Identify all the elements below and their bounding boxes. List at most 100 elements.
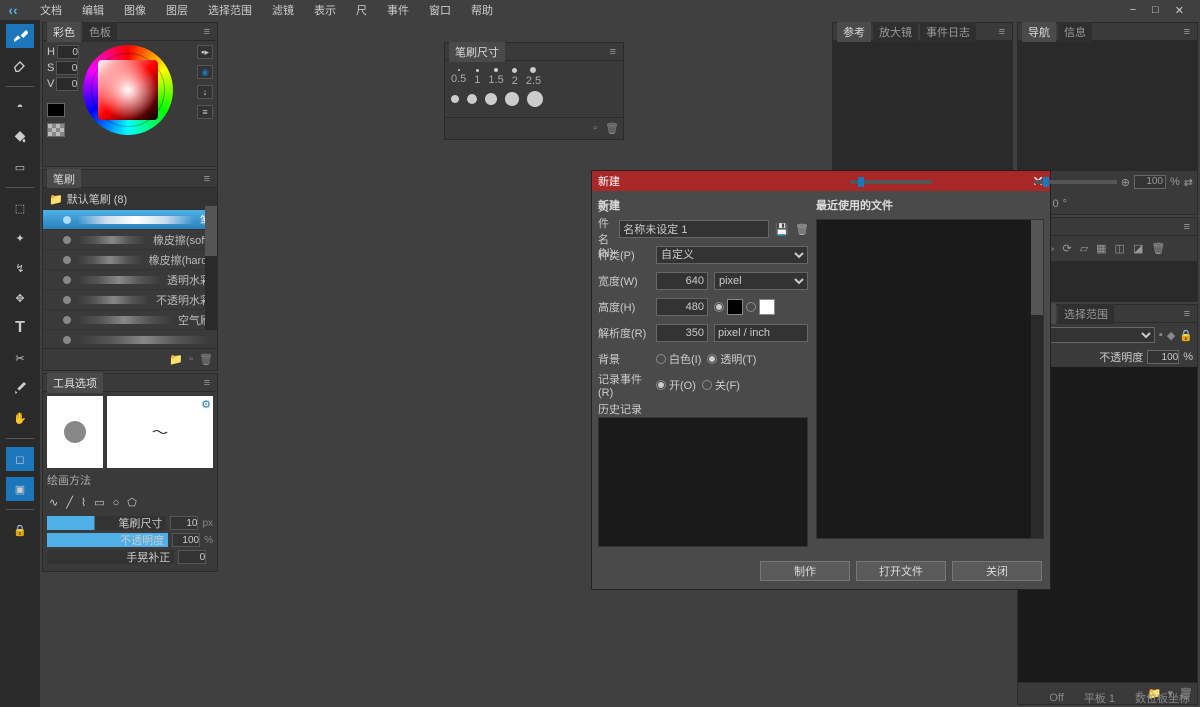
s-input[interactable] bbox=[56, 61, 78, 75]
bg-swatch[interactable] bbox=[47, 123, 65, 137]
lasso-tool[interactable]: ↯ bbox=[6, 256, 34, 280]
shape-freehand[interactable]: ∿ bbox=[49, 496, 58, 509]
rec-on-radio[interactable]: 开(O) bbox=[656, 377, 696, 393]
bs-add[interactable]: ▫ bbox=[593, 122, 597, 135]
nav-zoom-slider[interactable] bbox=[1035, 180, 1117, 184]
width-unit[interactable]: pixel bbox=[714, 272, 808, 290]
brush-item-0[interactable]: 笔⚙ bbox=[43, 210, 217, 230]
h-input[interactable] bbox=[57, 45, 79, 59]
menu-edit[interactable]: 编辑 bbox=[72, 2, 114, 18]
color-tab[interactable]: 彩色 bbox=[47, 22, 81, 42]
nav-angle-val[interactable]: 0 bbox=[1052, 198, 1058, 210]
nav-zoom-val[interactable]: 100 bbox=[1134, 175, 1166, 189]
kind-select[interactable]: 自定义 bbox=[656, 246, 808, 264]
toolopts-tab[interactable]: 工具选项 bbox=[47, 373, 103, 393]
brush-scrollbar[interactable] bbox=[205, 206, 217, 330]
nav-tab[interactable]: 导航 bbox=[1022, 22, 1056, 42]
eyedropper-tool[interactable] bbox=[6, 376, 34, 400]
stabilize-slider[interactable]: 手晃补正 bbox=[47, 550, 174, 564]
filename-save-icon[interactable]: 💾 bbox=[775, 221, 789, 237]
minimize-button[interactable]: − bbox=[1126, 4, 1140, 17]
brushsize-menu[interactable]: ≡ bbox=[607, 46, 619, 58]
ref-menu[interactable]: ≡ bbox=[996, 26, 1008, 38]
ruler-persp-icon[interactable]: ▱ bbox=[1080, 242, 1088, 255]
bs-dot-4[interactable]: 2.5 bbox=[526, 67, 541, 87]
brush-item-3[interactable]: 透明水彩 bbox=[43, 270, 217, 290]
shape-rect[interactable]: ▭ bbox=[94, 496, 104, 509]
bs-dot-2[interactable]: 1.5 bbox=[488, 68, 503, 86]
bs-dot-7[interactable] bbox=[485, 93, 497, 105]
marquee-tool[interactable]: ⬚ bbox=[6, 196, 34, 220]
crop-tool[interactable]: ✂ bbox=[6, 346, 34, 370]
menu-window[interactable]: 窗口 bbox=[419, 2, 461, 18]
history-box[interactable] bbox=[598, 417, 808, 547]
opacity-slider[interactable]: 不透明度 bbox=[47, 533, 168, 547]
gear-icon[interactable]: ⚙ bbox=[201, 398, 211, 411]
res-input[interactable] bbox=[656, 324, 708, 342]
brush-new-folder[interactable]: 📁 bbox=[169, 353, 183, 366]
brush-delete[interactable]: 🗑 bbox=[199, 353, 213, 366]
layer-menu[interactable]: ≡ bbox=[1181, 308, 1193, 320]
color-btn3[interactable]: ↓ bbox=[197, 85, 213, 99]
ruler-grid-icon[interactable]: ▦ bbox=[1096, 242, 1106, 255]
brushsize-tab[interactable]: 笔刷尺寸 bbox=[449, 42, 505, 62]
preset-black[interactable] bbox=[727, 299, 743, 315]
color-btn1[interactable]: ▪▸ bbox=[197, 45, 213, 59]
move-tool[interactable]: ✥ bbox=[6, 286, 34, 310]
menu-ruler[interactable]: 尺 bbox=[346, 2, 377, 18]
ref-tab[interactable]: 参考 bbox=[837, 22, 871, 42]
open-button[interactable]: 打开文件 bbox=[856, 561, 946, 581]
selection-mode-1[interactable]: ◻ bbox=[6, 447, 34, 471]
bs-dot-6[interactable] bbox=[467, 94, 477, 104]
bg-white-radio[interactable]: 白色(I) bbox=[656, 351, 701, 367]
ruler-curve-icon[interactable]: ⟳ bbox=[1062, 242, 1071, 255]
height-input[interactable] bbox=[656, 298, 708, 316]
layer-clip-icon[interactable]: ▪ bbox=[1159, 329, 1163, 341]
stabilize-input[interactable] bbox=[178, 550, 206, 564]
filename-del-icon[interactable]: 🗑 bbox=[795, 221, 809, 237]
menu-view[interactable]: 表示 bbox=[304, 2, 346, 18]
layer-op-input[interactable] bbox=[1147, 350, 1179, 364]
brush-item-5[interactable]: 空气刷 bbox=[43, 310, 217, 330]
ruler-del-icon[interactable]: 🗑 bbox=[1151, 242, 1165, 255]
brush-item-6[interactable] bbox=[43, 330, 217, 348]
fill-tool[interactable] bbox=[6, 125, 34, 149]
eraser-tool[interactable] bbox=[6, 54, 34, 78]
menu-file[interactable]: 文档 bbox=[30, 2, 72, 18]
preset-r0[interactable] bbox=[714, 299, 724, 315]
swatch-tab[interactable]: 色板 bbox=[83, 22, 117, 42]
brush-tip-preview[interactable] bbox=[47, 396, 103, 468]
wand-tool[interactable]: ✦ bbox=[6, 226, 34, 250]
bs-dot-9[interactable] bbox=[527, 91, 543, 107]
width-input[interactable] bbox=[656, 272, 708, 290]
brush-panel-menu[interactable]: ≡ bbox=[201, 173, 213, 185]
close-button[interactable]: ✕ bbox=[1171, 4, 1188, 17]
bs-dot-8[interactable] bbox=[505, 92, 519, 106]
brush-folder[interactable]: 📁 默认笔刷 (8) bbox=[43, 188, 217, 210]
menu-event[interactable]: 事件 bbox=[377, 2, 419, 18]
toolopts-menu[interactable]: ≡ bbox=[201, 377, 213, 389]
nav-zoom-in[interactable]: ⊕ bbox=[1121, 176, 1130, 189]
shape-ellipse[interactable]: ○ bbox=[113, 497, 120, 509]
bs-dot-3[interactable]: 2 bbox=[512, 68, 518, 87]
log-tab[interactable]: 事件日志 bbox=[920, 22, 976, 42]
opacity-input[interactable] bbox=[172, 533, 200, 547]
create-button[interactable]: 制作 bbox=[760, 561, 850, 581]
menu-filter[interactable]: 滤镜 bbox=[262, 2, 304, 18]
color-btn4[interactable]: ≡ bbox=[197, 105, 213, 119]
brush-item-1[interactable]: 橡皮擦(soft) bbox=[43, 230, 217, 250]
gradient-tool[interactable]: ▭ bbox=[6, 155, 34, 179]
filename-input[interactable] bbox=[619, 220, 769, 238]
bs-dot-0[interactable]: 0.5 bbox=[451, 69, 466, 85]
ruler-menu[interactable]: ≡ bbox=[1181, 221, 1193, 233]
shape-line[interactable]: ╱ bbox=[66, 496, 73, 509]
color-wheel[interactable] bbox=[83, 45, 173, 135]
bs-del[interactable]: 🗑 bbox=[605, 122, 619, 135]
ruler-vanish-icon[interactable]: ◪ bbox=[1133, 242, 1143, 255]
maximize-button[interactable]: □ bbox=[1148, 4, 1163, 17]
brush-size-slider[interactable]: 笔刷尺寸 bbox=[47, 516, 166, 530]
shape-curve[interactable]: ⌇ bbox=[81, 496, 86, 509]
layer-alpha-icon[interactable]: ◆ bbox=[1167, 329, 1175, 342]
brush-item-4[interactable]: 不透明水彩 bbox=[43, 290, 217, 310]
preset-r1[interactable] bbox=[746, 299, 756, 315]
